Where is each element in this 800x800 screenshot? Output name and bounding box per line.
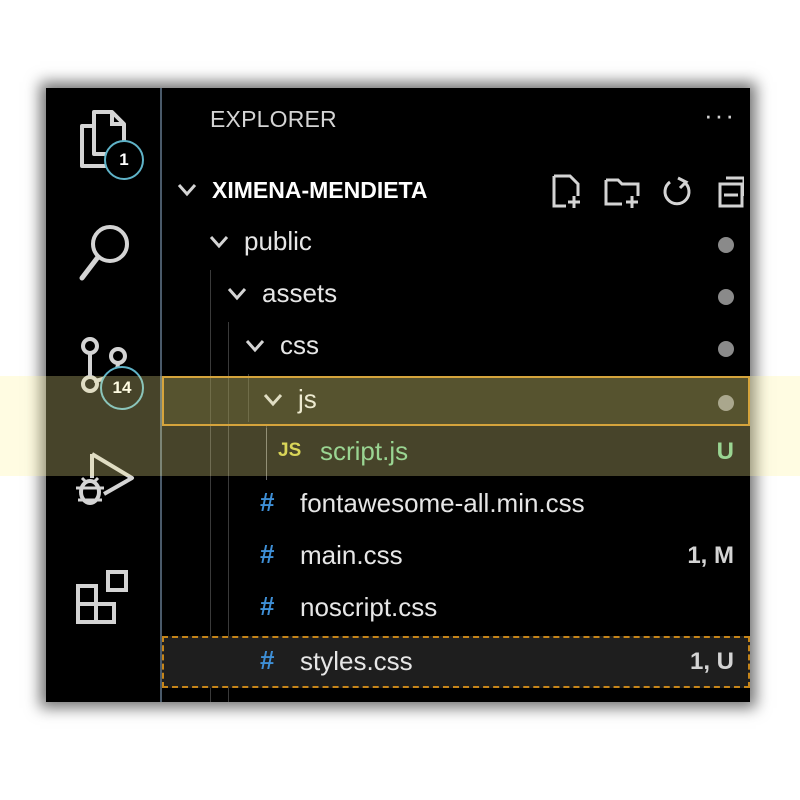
activity-bar: 1 14	[46, 88, 160, 702]
css-file-icon: #	[260, 487, 275, 517]
modified-status: 1, M	[687, 542, 734, 569]
tree-item-label: script.js	[320, 436, 409, 466]
vscode-window: 1 14 EXPLORER ··· XIMENA-MENDIETA public…	[46, 88, 750, 702]
run-debug-icon[interactable]	[74, 448, 138, 512]
modified-dot	[718, 395, 734, 411]
css-file-icon: #	[260, 591, 275, 621]
untracked-status: U	[716, 438, 734, 465]
js-file-icon: JS	[278, 440, 302, 461]
tree-item-label: main.css	[300, 540, 403, 570]
explorer-tree-lower: js JS script.js U # fontawesome-all.min.…	[162, 88, 750, 702]
tree-item-noscript-css[interactable]: # noscript.css	[162, 582, 750, 634]
tree-item-label: styles.css	[300, 646, 413, 676]
tree-item-styles-css[interactable]: # styles.css 1, U	[162, 636, 750, 688]
untracked-status: 1, U	[689, 648, 734, 675]
tree-item-label: noscript.css	[300, 592, 438, 622]
tree-item-label: fontawesome-all.min.css	[300, 488, 585, 518]
tree-item-main-css[interactable]: # main.css 1, M	[162, 530, 750, 582]
tree-item-label: js	[298, 384, 317, 414]
css-file-icon: #	[260, 539, 275, 569]
scm-badge: 14	[100, 366, 144, 410]
tree-item-script-js[interactable]: JS script.js U	[162, 426, 750, 478]
tree-item-js-folder[interactable]: js	[162, 374, 750, 426]
search-icon[interactable]	[76, 220, 136, 284]
extensions-icon[interactable]	[74, 566, 138, 630]
tree-item-fontawesome-css[interactable]: # fontawesome-all.min.css	[162, 478, 750, 530]
css-file-icon: #	[260, 645, 275, 675]
chevron-down-icon	[262, 392, 284, 408]
explorer-badge: 1	[104, 140, 144, 180]
